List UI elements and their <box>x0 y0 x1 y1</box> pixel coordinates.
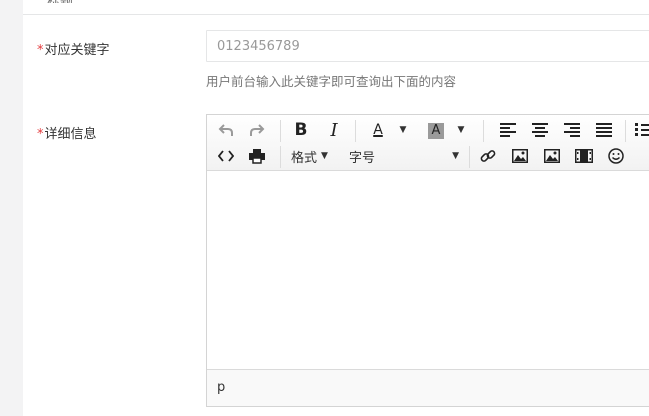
editor-statusbar: p <box>207 369 649 406</box>
required-mark: * <box>37 127 44 142</box>
format-dropdown[interactable]: 格式 ▼ <box>291 146 337 166</box>
form-panel: 标题 *对应关键字 用户前台输入此关键字即可查询出下面的内容 *详细信息 B I <box>23 0 649 416</box>
bold-glyph: B <box>294 120 308 140</box>
code-icon[interactable] <box>215 146 237 166</box>
italic-icon[interactable]: I <box>323 119 345 141</box>
highlight-color-icon[interactable]: A <box>425 121 447 141</box>
font-color-icon[interactable]: A <box>367 120 389 140</box>
align-left-icon[interactable] <box>497 120 519 140</box>
chevron-down-icon: ▼ <box>452 151 459 161</box>
keyword-help-text: 用户前台输入此关键字即可查询出下面的内容 <box>206 74 457 89</box>
print-icon[interactable] <box>246 146 268 166</box>
keyword-input[interactable] <box>206 30 649 62</box>
font-color-glyph: A <box>373 122 383 138</box>
required-mark: * <box>37 43 44 58</box>
section-divider <box>23 14 649 15</box>
align-right-icon[interactable] <box>561 120 583 140</box>
highlight-dropdown[interactable]: ▼ <box>455 120 467 140</box>
keyword-label: *对应关键字 <box>37 39 110 58</box>
font-color-dropdown[interactable]: ▼ <box>397 120 409 140</box>
bold-icon[interactable]: B <box>290 120 312 140</box>
rich-text-editor: B I A ▼ A ▼ 格式 ▼ 字号 ▼ p <box>206 114 649 407</box>
keyword-label-text: 对应关键字 <box>44 43 110 58</box>
font-size-dropdown-label: 字号 <box>349 150 376 166</box>
redo-icon[interactable] <box>246 120 268 140</box>
toolbar-separator <box>469 146 470 168</box>
editor-content-area[interactable] <box>207 171 649 370</box>
format-dropdown-label: 格式 <box>291 150 318 166</box>
highlight-glyph: A <box>428 123 444 139</box>
link-icon[interactable] <box>477 146 499 166</box>
toolbar-separator <box>483 120 484 142</box>
element-path[interactable]: p <box>217 380 225 395</box>
image-icon[interactable] <box>509 146 531 166</box>
undo-icon[interactable] <box>215 120 237 140</box>
emoji-icon[interactable] <box>605 146 627 166</box>
detail-label: *详细信息 <box>37 123 97 142</box>
partial-field-label: 标题 <box>47 0 73 3</box>
bullet-list-icon[interactable] <box>635 120 649 140</box>
detail-label-text: 详细信息 <box>44 127 97 142</box>
toolbar-separator <box>280 120 281 142</box>
align-center-icon[interactable] <box>529 120 551 140</box>
editor-toolbar: B I A ▼ A ▼ 格式 ▼ 字号 ▼ <box>207 115 649 171</box>
toolbar-separator <box>280 146 281 168</box>
chevron-down-icon: ▼ <box>321 151 328 161</box>
align-justify-icon[interactable] <box>593 120 615 140</box>
toolbar-separator <box>355 120 356 142</box>
video-icon[interactable] <box>573 146 595 166</box>
toolbar-separator <box>625 120 626 142</box>
italic-glyph: I <box>330 119 338 141</box>
font-size-dropdown[interactable]: 字号 ▼ <box>349 146 459 166</box>
image-icon-2[interactable] <box>541 146 563 166</box>
